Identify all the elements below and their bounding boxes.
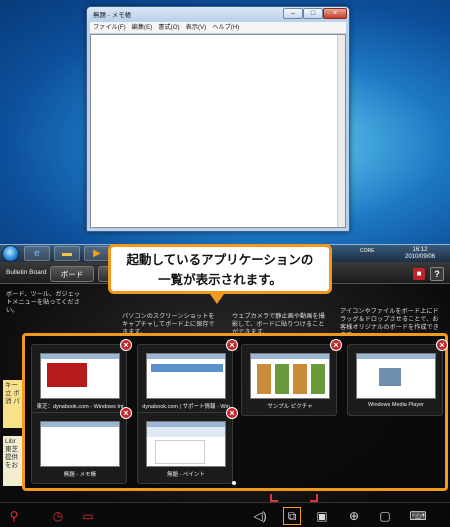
close-app-button[interactable]: × bbox=[330, 339, 342, 351]
page-indicator-dot bbox=[232, 481, 236, 485]
app-preview bbox=[40, 353, 120, 399]
app-preview bbox=[146, 421, 226, 467]
internet-explorer-icon[interactable]: e bbox=[24, 246, 50, 261]
notepad-window[interactable]: 無題 - メモ帳 – □ × ファイル(F) 編集(E) 書式(O) 表示(V)… bbox=[86, 6, 350, 232]
minimize-button[interactable]: – bbox=[283, 8, 303, 19]
keyboard-icon[interactable]: ⌨ bbox=[408, 508, 428, 524]
windows-desktop: 無題 - メモ帳 – □ × ファイル(F) 編集(E) 書式(O) 表示(V)… bbox=[0, 0, 450, 262]
menu-format[interactable]: 書式(O) bbox=[158, 22, 179, 33]
close-app-button[interactable]: × bbox=[226, 339, 238, 351]
notepad-text-area[interactable] bbox=[90, 34, 346, 228]
tab-board[interactable]: ボード bbox=[50, 266, 94, 282]
help-button[interactable]: ? bbox=[430, 267, 444, 281]
language-indicator[interactable]: CORE bbox=[360, 248, 374, 254]
app-switcher-panel: 東芝：dynabook.com - Windows Int × dynabook… bbox=[22, 333, 448, 491]
gift-icon[interactable]: ■ bbox=[413, 268, 425, 280]
media-player-icon[interactable]: ▶ bbox=[84, 246, 110, 261]
maximize-button[interactable]: □ bbox=[303, 8, 323, 19]
app-caption: 無題 - ペイント bbox=[167, 472, 205, 478]
notepad-scrollbar[interactable] bbox=[337, 35, 345, 227]
clock-icon[interactable]: ◷ bbox=[50, 508, 66, 524]
menu-help[interactable]: ヘルプ(H) bbox=[212, 22, 239, 33]
sticky-note[interactable]: Libr 東芝 提供 をお bbox=[3, 436, 23, 486]
notepad-title: 無題 - メモ帳 bbox=[93, 12, 132, 19]
app-caption: Windows Media Player bbox=[368, 402, 424, 408]
app-preview bbox=[250, 353, 330, 399]
app-thumbnail[interactable]: サンプル ピクチャ × bbox=[241, 339, 342, 416]
explanation-callout: 起動しているアプリケーションの 一覧が表示されます。 bbox=[108, 244, 332, 294]
notepad-titlebar[interactable]: 無題 - メモ帳 – □ × bbox=[87, 7, 349, 21]
clock-time: 16:12 bbox=[412, 247, 428, 253]
menu-file[interactable]: ファイル(F) bbox=[93, 22, 126, 33]
menu-edit[interactable]: 編集(E) bbox=[132, 22, 153, 33]
app-thumbnail[interactable]: Windows Media Player × bbox=[347, 339, 448, 416]
menu-view[interactable]: 表示(V) bbox=[186, 22, 207, 33]
close-app-button[interactable]: × bbox=[226, 407, 238, 419]
board-note: ボード、ツール、ガジェットメニューを貼ってください。 bbox=[6, 291, 81, 314]
app-title: Bulletin Board bbox=[6, 269, 47, 276]
callout-arrow bbox=[210, 294, 224, 304]
app-thumbnail[interactable]: 無題 - ペイント × bbox=[137, 407, 238, 484]
volume-icon[interactable]: ◁) bbox=[252, 508, 268, 524]
callout-line-1: 起動しているアプリケーションの bbox=[126, 253, 314, 267]
display-icon[interactable]: ▢ bbox=[377, 508, 393, 524]
app-preview bbox=[40, 421, 120, 467]
start-button[interactable] bbox=[2, 245, 19, 262]
app-caption: 東芝：dynabook.com - Windows Int bbox=[36, 404, 124, 410]
app-caption: dynabook.com | サポート情報 - Win bbox=[142, 404, 230, 410]
selection-bracket-right bbox=[310, 494, 318, 502]
app-caption: 無題 - メモ帳 bbox=[63, 472, 97, 478]
app-preview bbox=[356, 353, 436, 399]
notepad-menubar: ファイル(F) 編集(E) 書式(O) 表示(V) ヘルプ(H) bbox=[90, 22, 346, 33]
selection-bracket-left bbox=[270, 494, 278, 502]
bottom-toolbar: ⚲ ◷ ▭ ◁) ⧉ ▣ ⊕ ▢ ⌨ bbox=[0, 502, 450, 527]
folder-icon[interactable]: ▬ bbox=[54, 246, 80, 261]
app-thumbnail[interactable]: 東芝：dynabook.com - Windows Int × bbox=[31, 339, 132, 416]
app-thumbnail[interactable]: dynabook.com | サポート情報 - Win × bbox=[137, 339, 238, 416]
app-thumbnail[interactable]: 無題 - メモ帳 × bbox=[31, 407, 132, 484]
pin-icon[interactable]: ⚲ bbox=[6, 508, 22, 524]
folder-icon[interactable]: ▭ bbox=[80, 508, 96, 524]
sticky-note[interactable]: キー 立 ボ 消 パ bbox=[3, 380, 23, 428]
clock-date: 2010/09/06 bbox=[405, 254, 436, 260]
close-app-button[interactable]: × bbox=[120, 407, 132, 419]
callout-line-2: 一覧が表示されます。 bbox=[158, 273, 282, 287]
window-icon[interactable]: ▣ bbox=[314, 508, 330, 524]
zoom-icon[interactable]: ⊕ bbox=[346, 508, 362, 524]
close-app-button[interactable]: × bbox=[436, 339, 448, 351]
close-app-button[interactable]: × bbox=[120, 339, 132, 351]
close-button[interactable]: × bbox=[323, 8, 347, 19]
app-caption: サンプル ピクチャ bbox=[267, 404, 313, 410]
app-preview bbox=[146, 353, 226, 399]
taskbar-clock[interactable]: 16:12 2010/09/06 bbox=[405, 247, 435, 261]
app-switcher-icon[interactable]: ⧉ bbox=[283, 507, 301, 525]
